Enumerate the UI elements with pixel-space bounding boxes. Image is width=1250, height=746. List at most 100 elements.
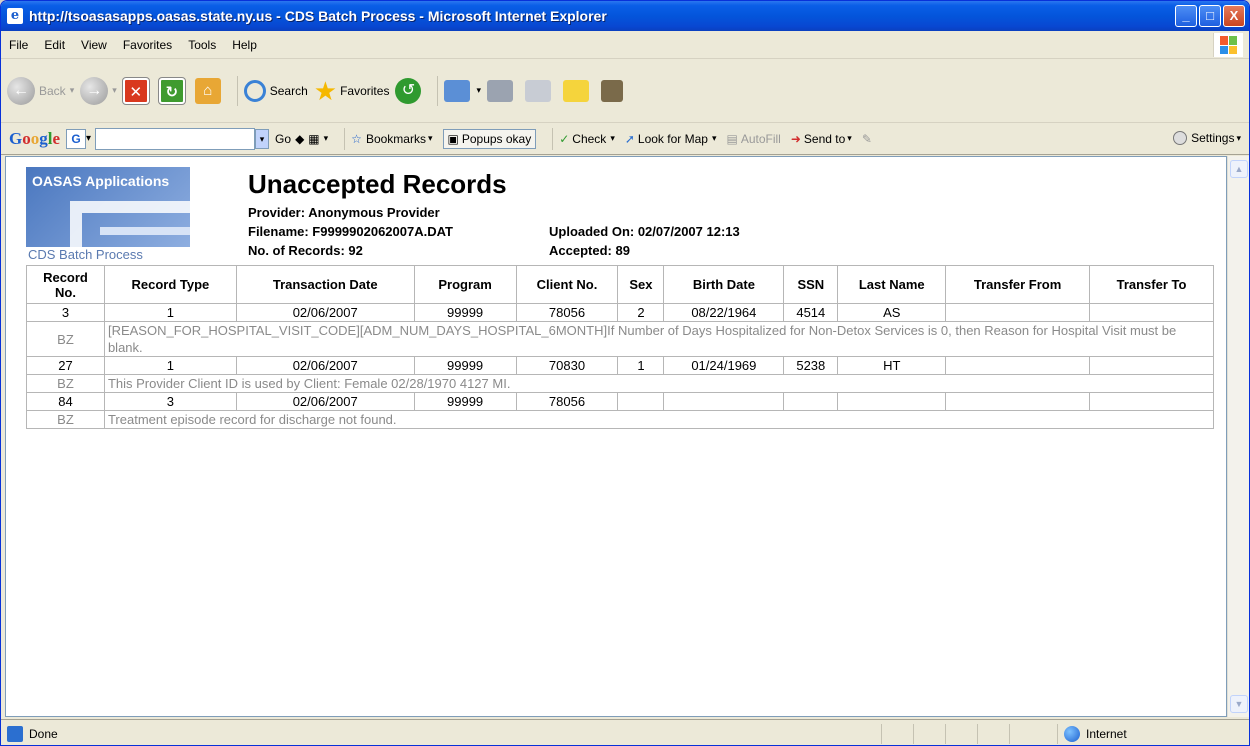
history-icon: ↺ xyxy=(395,77,422,104)
stop-button[interactable]: ✕ xyxy=(122,77,153,104)
research-button[interactable] xyxy=(600,79,629,102)
home-button[interactable]: ⌂ xyxy=(194,77,225,104)
printer-icon xyxy=(486,79,513,102)
cell-client-no: 70830 xyxy=(515,356,619,375)
menu-edit[interactable]: Edit xyxy=(36,31,73,59)
scroll-up-icon[interactable]: ▲ xyxy=(1230,160,1248,178)
mail-icon xyxy=(444,79,471,102)
settings-label: Settings xyxy=(1191,131,1235,145)
window-title: http://tsoasasapps.oasas.state.ny.us - C… xyxy=(29,8,607,24)
note-icon xyxy=(562,79,589,102)
status-text: Done xyxy=(29,726,58,741)
forward-button[interactable]: → ▾ xyxy=(80,76,117,105)
google-menu-icon[interactable]: G xyxy=(66,128,87,149)
title-bar[interactable]: e http://tsoasasapps.oasas.state.ny.us -… xyxy=(1,1,1249,31)
browser-window: e http://tsoasasapps.oasas.state.ny.us -… xyxy=(0,0,1250,746)
send-to-icon: ➜ xyxy=(790,131,801,146)
menu-file[interactable]: File xyxy=(1,31,36,59)
scroll-down-icon[interactable]: ▼ xyxy=(1230,695,1248,713)
refresh-icon: ↻ xyxy=(158,77,185,104)
cell-record-type: 3 xyxy=(103,392,237,411)
cell-record-no: 3 xyxy=(26,303,105,322)
check-label: Check xyxy=(572,131,607,146)
search-button[interactable]: Search xyxy=(243,79,308,102)
research-icon xyxy=(600,79,623,102)
forward-arrow-icon: → xyxy=(80,76,109,105)
back-dropdown-icon[interactable]: ▾ xyxy=(70,85,75,96)
minimize-button[interactable]: _ xyxy=(1175,5,1197,27)
menu-favorites[interactable]: Favorites xyxy=(115,31,180,59)
page-icon xyxy=(7,725,23,742)
error-row: BZ [REASON_FOR_HOSPITAL_VISIT_CODE][ADM_… xyxy=(26,321,1215,357)
error-code: BZ xyxy=(26,410,105,429)
menu-bar: File Edit View Favorites Tools Help xyxy=(1,31,1249,59)
spellcheck-button[interactable]: ✓ Check ▾ xyxy=(559,132,615,146)
error-row: BZ Treatment episode record for discharg… xyxy=(26,410,1215,429)
cell-transfer-from xyxy=(945,303,1091,322)
history-button[interactable]: ↺ xyxy=(395,77,425,104)
google-search-dropdown[interactable]: ▾ xyxy=(255,128,270,149)
maximize-button[interactable]: □ xyxy=(1199,5,1221,27)
menu-view[interactable]: View xyxy=(73,31,115,59)
logo-title: OASAS Applications xyxy=(32,173,170,189)
menu-help[interactable]: Help xyxy=(224,31,265,59)
cell-sex: 1 xyxy=(617,356,665,375)
col-record-type: Record Type xyxy=(103,265,237,304)
send-to-label: Send to xyxy=(803,131,846,146)
settings-icon xyxy=(1173,131,1188,145)
cell-client-no: 78056 xyxy=(515,303,619,322)
look-for-map-button[interactable]: ➚ Look for Map ▾ xyxy=(625,132,717,146)
spellcheck-icon: ✓ xyxy=(559,131,570,146)
print-button[interactable] xyxy=(486,79,519,102)
google-go-button[interactable]: Go ◆ ▦ ▾ xyxy=(275,132,328,146)
popups-label: Popups okay xyxy=(461,131,532,146)
error-code: BZ xyxy=(26,374,105,393)
autofill-button[interactable]: ▤ AutoFill xyxy=(726,132,780,146)
google-search-input[interactable] xyxy=(95,127,256,150)
google-menu-dropdown-icon[interactable]: ▾ xyxy=(86,133,91,144)
logo-caption: CDS Batch Process xyxy=(28,247,143,262)
cell-last-name: AS xyxy=(837,303,947,322)
highlight-button[interactable]: ✎ xyxy=(862,132,872,146)
cell-transaction-date: 02/06/2007 xyxy=(235,303,415,322)
close-button[interactable]: X xyxy=(1223,5,1245,27)
popups-button[interactable]: ▣ Popups okay xyxy=(442,128,537,149)
unaccepted-records-table: Record No. Record Type Transaction Date … xyxy=(26,265,1215,429)
google-extra-icon[interactable]: ◆ xyxy=(295,132,304,146)
table-row: 84 3 02/06/2007 99999 78056 xyxy=(26,392,1214,411)
accepted-label: Accepted: 89 xyxy=(549,243,630,258)
bookmarks-button[interactable]: ☆ Bookmarks ▾ xyxy=(351,132,432,146)
col-record-no: Record No. xyxy=(26,265,105,304)
cell-birth-date xyxy=(663,392,785,411)
error-code: BZ xyxy=(26,321,105,357)
error-message: This Provider Client ID is used by Clien… xyxy=(103,374,1215,393)
cell-transaction-date: 02/06/2007 xyxy=(235,356,415,375)
menu-tools[interactable]: Tools xyxy=(180,31,224,59)
cell-transfer-to xyxy=(1089,392,1214,411)
back-arrow-icon: ← xyxy=(7,76,35,105)
mail-button[interactable]: ▾ xyxy=(444,79,481,102)
security-zone[interactable]: Internet xyxy=(1057,724,1127,744)
google-pagerank-icon[interactable]: ▦ xyxy=(308,132,319,146)
refresh-button[interactable]: ↻ xyxy=(158,77,189,104)
search-label: Search xyxy=(269,83,308,98)
discuss-button[interactable] xyxy=(562,79,595,102)
google-logo[interactable]: Google xyxy=(9,129,60,149)
back-button[interactable]: ← Back ▾ xyxy=(7,76,75,105)
zone-label: Internet xyxy=(1086,727,1127,741)
filename-label: Filename: F9999902062007A.DAT xyxy=(248,224,453,239)
google-toolbar: Google G ▾ ▾ Go ◆ ▦ ▾ ☆ Bookmarks ▾ ▣ Po… xyxy=(1,123,1249,155)
mail-dropdown-icon[interactable]: ▾ xyxy=(476,85,481,96)
google-pagerank-dropdown-icon[interactable]: ▾ xyxy=(324,133,329,144)
forward-dropdown-icon[interactable]: ▾ xyxy=(112,85,117,96)
google-settings-button[interactable]: Settings ▾ xyxy=(1173,131,1241,145)
cell-record-no: 84 xyxy=(26,392,105,411)
col-transfer-from: Transfer From xyxy=(945,265,1091,304)
vertical-scrollbar[interactable]: ▲ ▼ xyxy=(1227,156,1249,717)
col-transaction-date: Transaction Date xyxy=(235,265,415,304)
col-sex: Sex xyxy=(617,265,665,304)
cell-client-no: 78056 xyxy=(515,392,619,411)
send-to-button[interactable]: ➜ Send to ▾ xyxy=(791,132,852,146)
favorites-button[interactable]: ★ Favorites xyxy=(314,78,390,104)
edit-button[interactable] xyxy=(524,79,557,102)
